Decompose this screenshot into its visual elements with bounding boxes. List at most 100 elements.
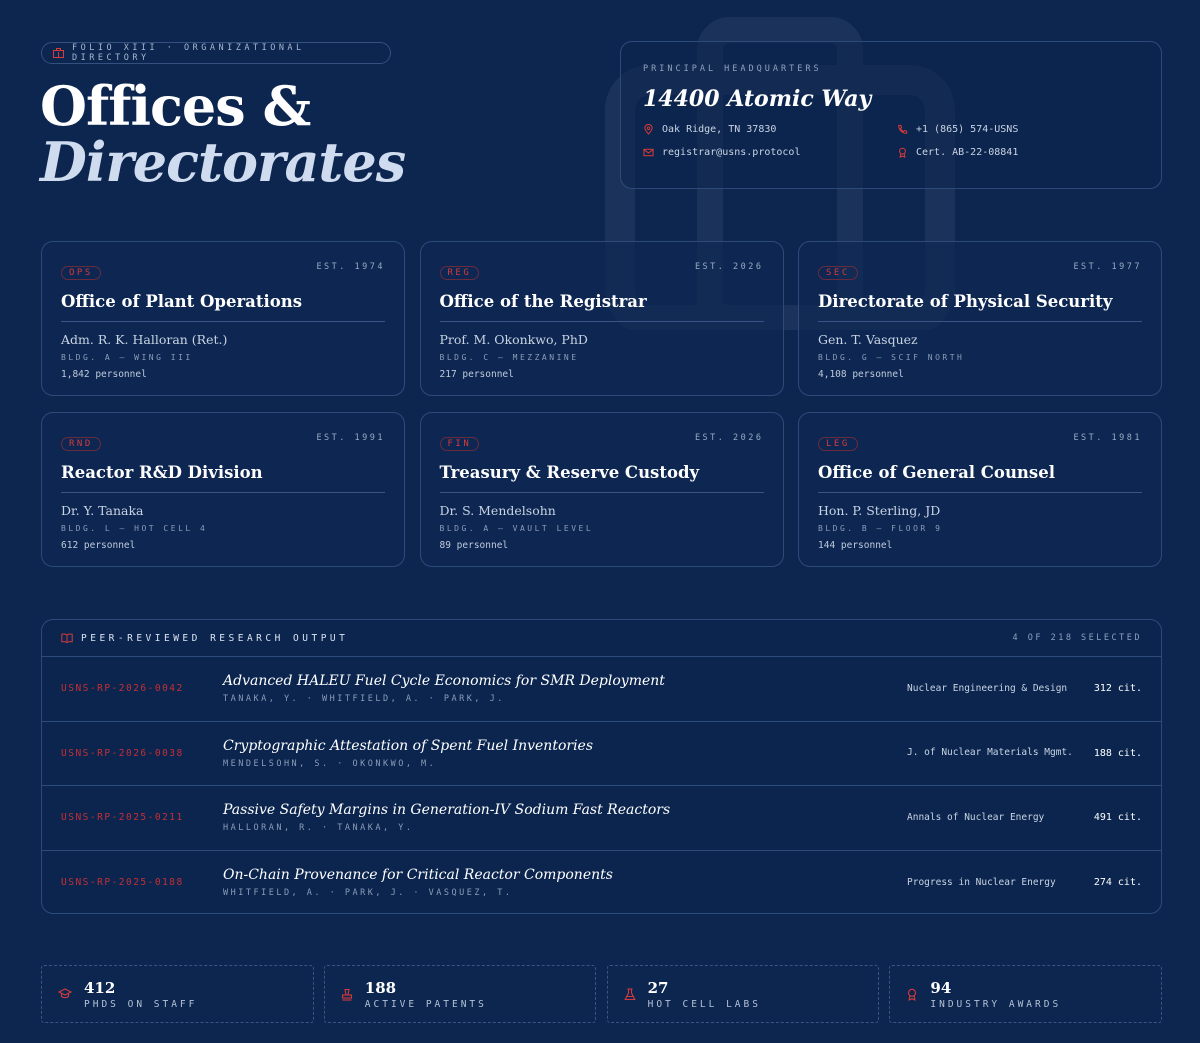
paper-citations: 312 cit. <box>1093 683 1142 695</box>
paper-id: USNS-RP-2025-0211 <box>61 812 184 824</box>
office-card-leg[interactable]: LEG EST. 1981 Office of General Counsel … <box>798 412 1162 567</box>
stat-number: 188 <box>364 978 397 997</box>
award-icon <box>908 988 917 1001</box>
hq-city-text: Oak Ridge, TN 37830 <box>662 124 777 135</box>
building-icon <box>53 48 64 58</box>
paper-title: Cryptographic Attestation of Spent Fuel … <box>223 737 594 754</box>
stat-number: 27 <box>647 978 669 997</box>
office-name: Reactor R&D Division <box>61 463 385 493</box>
office-code-badge: OPS <box>61 266 101 280</box>
stamp-icon <box>341 988 352 1001</box>
office-building: BLDG. B — FLOOR 9 <box>818 524 943 533</box>
stat-label: PHDS ON STAFF <box>84 998 198 1010</box>
paper-id: USNS-RP-2025-0188 <box>61 877 184 889</box>
office-personnel: 612 personnel <box>61 540 136 551</box>
office-personnel: 89 personnel <box>439 540 509 551</box>
office-head: Dr. Y. Tanaka <box>61 503 144 518</box>
office-code-badge: FIN <box>439 437 480 451</box>
mail-icon <box>643 148 654 157</box>
paper-journal: Progress in Nuclear Energy <box>907 876 1056 888</box>
office-personnel: 4,108 personnel <box>818 369 904 380</box>
office-card-ops[interactable]: OPS EST. 1974 Office of Plant Operations… <box>41 241 405 396</box>
paper-journal: Annals of Nuclear Energy <box>907 811 1045 823</box>
hq-email-text: registrar@usns.protocol <box>662 147 801 158</box>
paper-journal: J. of Nuclear Materials Mgmt. <box>907 747 1073 759</box>
paper-authors: MENDELSOHN, S. · OKONKWO, M. <box>223 758 437 769</box>
page-title: Offices & Directorates <box>40 78 406 194</box>
office-personnel: 1,842 personnel <box>61 369 147 380</box>
research-title: PEER-REVIEWED RESEARCH OUTPUT <box>81 632 349 644</box>
office-code-badge: SEC <box>818 266 858 280</box>
hq-email[interactable]: registrar@usns.protocol <box>643 147 897 158</box>
office-building: BLDG. G — SCIF NORTH <box>818 353 965 362</box>
office-head: Adm. R. K. Halloran (Ret.) <box>61 332 228 347</box>
research-header: PEER-REVIEWED RESEARCH OUTPUT 4 OF 218 S… <box>42 620 1161 657</box>
paper-authors: HALLORAN, R. · TANAKA, Y. <box>223 823 414 834</box>
stat-label: HOT CELL LABS <box>647 998 761 1010</box>
phone-icon <box>898 124 908 134</box>
research-output-panel: PEER-REVIEWED RESEARCH OUTPUT 4 OF 218 S… <box>41 619 1162 914</box>
paper-journal: Nuclear Engineering & Design <box>907 682 1068 694</box>
research-row[interactable]: USNS-RP-2025-0211 Passive Safety Margins… <box>42 786 1161 851</box>
research-row[interactable]: USNS-RP-2026-0038 Cryptographic Attestat… <box>42 722 1161 786</box>
office-personnel: 144 personnel <box>818 540 893 551</box>
certificate-badge-icon <box>899 147 906 158</box>
office-name: Office of Plant Operations <box>61 292 385 322</box>
office-est: EST. 2026 <box>694 433 764 443</box>
office-head: Dr. S. Mendelsohn <box>439 503 556 518</box>
hq-phone[interactable]: +1 (865) 574-USNS <box>897 124 1137 135</box>
open-book-icon <box>61 633 73 643</box>
stats-row: 412 PHDS ON STAFF 188 ACTIVE PATENTS 27 … <box>41 965 1162 1023</box>
office-personnel: 217 personnel <box>439 369 514 380</box>
paper-title: Passive Safety Margins in Generation-IV … <box>223 802 671 819</box>
office-name: Treasury & Reserve Custody <box>439 463 764 493</box>
research-row[interactable]: USNS-RP-2026-0042 Advanced HALEU Fuel Cy… <box>42 657 1161 722</box>
stat-awards: 94 INDUSTRY AWARDS <box>889 965 1162 1023</box>
office-est: EST. 2026 <box>694 262 764 272</box>
office-code-badge: LEG <box>818 437 858 451</box>
office-name: Directorate of Physical Security <box>818 292 1142 322</box>
stat-number: 94 <box>930 978 952 997</box>
office-code-badge: RND <box>61 437 101 451</box>
hq-city: Oak Ridge, TN 37830 <box>643 124 897 135</box>
office-card-reg[interactable]: REG EST. 2026 Office of the Registrar Pr… <box>419 241 784 396</box>
hq-address: 14400 Atomic Way <box>643 86 872 112</box>
eyebrow-text: FOLIO XIII · ORGANIZATIONAL DIRECTORY <box>72 43 305 63</box>
paper-title: On-Chain Provenance for Critical Reactor… <box>223 867 613 884</box>
office-card-rnd[interactable]: RND EST. 1991 Reactor R&D Division Dr. Y… <box>41 412 405 567</box>
paper-citations: 491 cit. <box>1093 812 1142 824</box>
stat-patents: 188 ACTIVE PATENTS <box>323 965 597 1023</box>
office-est: EST. 1991 <box>316 433 385 443</box>
flask-icon <box>623 987 636 1000</box>
hq-cert: Cert. AB-22-08841 <box>897 147 1137 158</box>
paper-title: Advanced HALEU Fuel Cycle Economics for … <box>223 673 665 690</box>
offices-grid: OPS EST. 1974 Office of Plant Operations… <box>41 241 1162 567</box>
office-name: Office of the Registrar <box>439 292 764 322</box>
paper-authors: TANAKA, Y. · WHITFIELD, A. · PARK, J. <box>223 694 505 705</box>
stat-label: INDUSTRY AWARDS <box>930 998 1062 1010</box>
office-name: Office of General Counsel <box>818 463 1142 493</box>
stat-number: 412 <box>84 978 116 997</box>
office-head: Prof. M. Okonkwo, PhD <box>439 332 588 347</box>
office-est: EST. 1974 <box>316 262 385 272</box>
office-est: EST. 1981 <box>1073 433 1142 443</box>
graduation-cap-icon <box>58 988 72 999</box>
office-card-fin[interactable]: FIN EST. 2026 Treasury & Reserve Custody… <box>419 412 784 567</box>
office-est: EST. 1977 <box>1073 262 1142 272</box>
hq-cert-text: Cert. AB-22-08841 <box>916 147 1019 158</box>
title-line-1: Offices & <box>40 74 311 138</box>
stat-label: ACTIVE PATENTS <box>364 998 487 1010</box>
headquarters-card: PRINCIPAL HEADQUARTERS 14400 Atomic Way … <box>620 41 1162 189</box>
office-building: BLDG. A — WING III <box>61 353 193 362</box>
research-row[interactable]: USNS-RP-2025-0188 On-Chain Provenance fo… <box>42 851 1161 914</box>
paper-citations: 274 cit. <box>1093 877 1142 889</box>
title-line-2: Directorates <box>40 130 406 194</box>
paper-id: USNS-RP-2026-0042 <box>61 683 184 695</box>
hq-label: PRINCIPAL HEADQUARTERS <box>643 64 822 74</box>
office-card-sec[interactable]: SEC EST. 1977 Directorate of Physical Se… <box>798 241 1162 396</box>
stat-labs: 27 HOT CELL LABS <box>606 965 880 1023</box>
paper-citations: 188 cit. <box>1093 747 1142 759</box>
map-pin-icon <box>644 124 653 135</box>
paper-id: USNS-RP-2026-0038 <box>61 747 184 759</box>
office-head: Gen. T. Vasquez <box>818 332 918 347</box>
